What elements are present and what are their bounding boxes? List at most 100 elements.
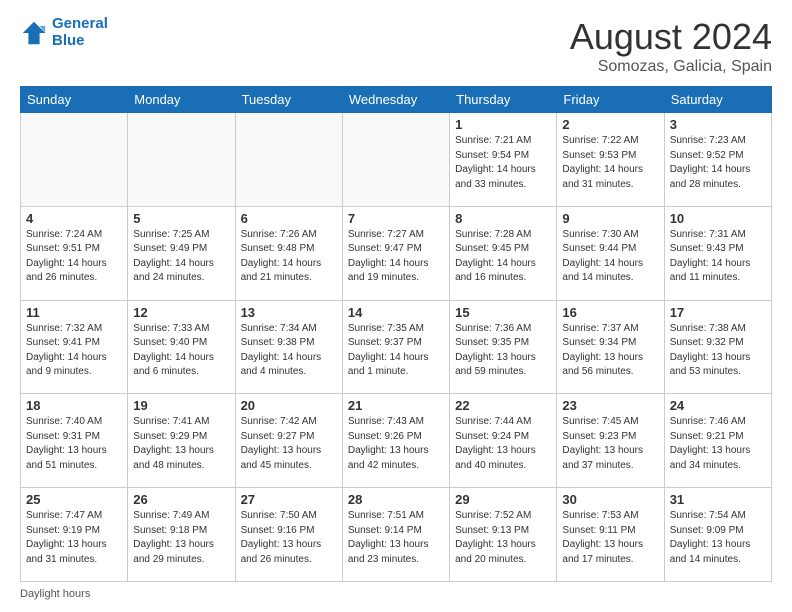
day-number: 12 bbox=[133, 305, 229, 320]
calendar-table: SundayMondayTuesdayWednesdayThursdayFrid… bbox=[20, 86, 772, 582]
calendar-week-4: 18 Sunrise: 7:40 AMSunset: 9:31 PMDayligh… bbox=[21, 394, 772, 488]
calendar-cell bbox=[21, 113, 128, 207]
day-info: Sunrise: 7:49 AMSunset: 9:18 PMDaylight:… bbox=[133, 509, 229, 567]
calendar-cell: 13 Sunrise: 7:34 AMSunset: 9:38 PMDayligh… bbox=[235, 300, 342, 394]
day-info: Sunrise: 7:51 AMSunset: 9:14 PMDaylight:… bbox=[348, 509, 444, 567]
day-number: 11 bbox=[26, 305, 122, 320]
day-info: Sunrise: 7:27 AMSunset: 9:47 PMDaylight:… bbox=[348, 228, 444, 286]
day-number: 9 bbox=[562, 211, 658, 226]
day-number: 14 bbox=[348, 305, 444, 320]
calendar-cell: 26 Sunrise: 7:49 AMSunset: 9:18 PMDayligh… bbox=[128, 488, 235, 582]
calendar-week-2: 4Sunrise: 7:24 AMSunset: 9:51 PMDaylight… bbox=[21, 206, 772, 300]
calendar-header-saturday: Saturday bbox=[664, 87, 771, 113]
calendar-cell: 12Sunrise: 7:33 AMSunset: 9:40 PMDayligh… bbox=[128, 300, 235, 394]
day-info: Sunrise: 7:42 AMSunset: 9:27 PMDaylight:… bbox=[241, 415, 337, 473]
day-info: Sunrise: 7:35 AMSunset: 9:37 PMDaylight:… bbox=[348, 322, 444, 380]
day-number: 18 bbox=[26, 398, 122, 413]
day-number: 3 bbox=[670, 117, 766, 132]
calendar-cell: 4Sunrise: 7:24 AMSunset: 9:51 PMDaylight… bbox=[21, 206, 128, 300]
day-info: Sunrise: 7:26 AMSunset: 9:48 PMDaylight:… bbox=[241, 228, 337, 286]
calendar-cell: 18 Sunrise: 7:40 AMSunset: 9:31 PMDayligh… bbox=[21, 394, 128, 488]
calendar-cell: 16Sunrise: 7:37 AMSunset: 9:34 PMDayligh… bbox=[557, 300, 664, 394]
calendar-header-monday: Monday bbox=[128, 87, 235, 113]
day-number: 1 bbox=[455, 117, 551, 132]
calendar-cell: 2Sunrise: 7:22 AMSunset: 9:53 PMDaylight… bbox=[557, 113, 664, 207]
calendar-cell: 8 Sunrise: 7:28 AMSunset: 9:45 PMDaylight… bbox=[450, 206, 557, 300]
day-number: 29 bbox=[455, 492, 551, 507]
day-info: Sunrise: 7:41 AMSunset: 9:29 PMDaylight:… bbox=[133, 415, 229, 473]
day-info: Sunrise: 7:46 AMSunset: 9:21 PMDaylight:… bbox=[670, 415, 766, 473]
day-info: Sunrise: 7:52 AMSunset: 9:13 PMDaylight:… bbox=[455, 509, 551, 567]
day-number: 23 bbox=[562, 398, 658, 413]
day-number: 27 bbox=[241, 492, 337, 507]
calendar-cell: 1 Sunrise: 7:21 AMSunset: 9:54 PMDaylight… bbox=[450, 113, 557, 207]
day-info: Sunrise: 7:24 AMSunset: 9:51 PMDaylight:… bbox=[26, 228, 122, 286]
calendar-cell: 28 Sunrise: 7:51 AMSunset: 9:14 PMDayligh… bbox=[342, 488, 449, 582]
day-info: Sunrise: 7:30 AMSunset: 9:44 PMDaylight:… bbox=[562, 228, 658, 286]
calendar-cell: 29 Sunrise: 7:52 AMSunset: 9:13 PMDayligh… bbox=[450, 488, 557, 582]
day-info: Sunrise: 7:21 AMSunset: 9:54 PMDaylight:… bbox=[455, 134, 551, 192]
day-number: 15 bbox=[455, 305, 551, 320]
footer-text: Daylight hours bbox=[20, 588, 90, 600]
calendar-cell: 7 Sunrise: 7:27 AMSunset: 9:47 PMDaylight… bbox=[342, 206, 449, 300]
calendar-header-wednesday: Wednesday bbox=[342, 87, 449, 113]
calendar-cell: 14 Sunrise: 7:35 AMSunset: 9:37 PMDayligh… bbox=[342, 300, 449, 394]
calendar-header-sunday: Sunday bbox=[21, 87, 128, 113]
day-number: 22 bbox=[455, 398, 551, 413]
day-info: Sunrise: 7:32 AMSunset: 9:41 PMDaylight:… bbox=[26, 322, 122, 380]
day-info: Sunrise: 7:47 AMSunset: 9:19 PMDaylight:… bbox=[26, 509, 122, 567]
calendar-cell: 6 Sunrise: 7:26 AMSunset: 9:48 PMDaylight… bbox=[235, 206, 342, 300]
calendar-cell bbox=[235, 113, 342, 207]
day-info: Sunrise: 7:25 AMSunset: 9:49 PMDaylight:… bbox=[133, 228, 229, 286]
page: General Blue August 2024 Somozas, Galici… bbox=[0, 0, 792, 612]
day-info: Sunrise: 7:54 AMSunset: 9:09 PMDaylight:… bbox=[670, 509, 766, 567]
day-number: 13 bbox=[241, 305, 337, 320]
day-number: 5 bbox=[133, 211, 229, 226]
day-number: 28 bbox=[348, 492, 444, 507]
header: General Blue August 2024 Somozas, Galici… bbox=[20, 16, 772, 76]
day-number: 31 bbox=[670, 492, 766, 507]
calendar-cell: 3Sunrise: 7:23 AMSunset: 9:52 PMDaylight… bbox=[664, 113, 771, 207]
day-number: 26 bbox=[133, 492, 229, 507]
calendar-cell: 19 Sunrise: 7:41 AMSunset: 9:29 PMDayligh… bbox=[128, 394, 235, 488]
calendar-header-thursday: Thursday bbox=[450, 87, 557, 113]
calendar-cell: 27 Sunrise: 7:50 AMSunset: 9:16 PMDayligh… bbox=[235, 488, 342, 582]
calendar-header-row: SundayMondayTuesdayWednesdayThursdayFrid… bbox=[21, 87, 772, 113]
day-info: Sunrise: 7:44 AMSunset: 9:24 PMDaylight:… bbox=[455, 415, 551, 473]
day-number: 16 bbox=[562, 305, 658, 320]
day-info: Sunrise: 7:34 AMSunset: 9:38 PMDaylight:… bbox=[241, 322, 337, 380]
day-number: 25 bbox=[26, 492, 122, 507]
calendar-cell: 15Sunrise: 7:36 AMSunset: 9:35 PMDayligh… bbox=[450, 300, 557, 394]
logo-text: General Blue bbox=[52, 16, 108, 49]
calendar-cell: 17Sunrise: 7:38 AMSunset: 9:32 PMDayligh… bbox=[664, 300, 771, 394]
calendar-cell: 9 Sunrise: 7:30 AMSunset: 9:44 PMDaylight… bbox=[557, 206, 664, 300]
day-number: 7 bbox=[348, 211, 444, 226]
day-info: Sunrise: 7:22 AMSunset: 9:53 PMDaylight:… bbox=[562, 134, 658, 192]
day-number: 8 bbox=[455, 211, 551, 226]
calendar-cell bbox=[128, 113, 235, 207]
title-area: August 2024 Somozas, Galicia, Spain bbox=[570, 16, 772, 76]
calendar-header-tuesday: Tuesday bbox=[235, 87, 342, 113]
footer: Daylight hours bbox=[20, 588, 772, 600]
day-number: 24 bbox=[670, 398, 766, 413]
day-info: Sunrise: 7:43 AMSunset: 9:26 PMDaylight:… bbox=[348, 415, 444, 473]
calendar-week-5: 25 Sunrise: 7:47 AMSunset: 9:19 PMDayligh… bbox=[21, 488, 772, 582]
day-info: Sunrise: 7:45 AMSunset: 9:23 PMDaylight:… bbox=[562, 415, 658, 473]
logo-icon bbox=[20, 19, 48, 47]
calendar-header-friday: Friday bbox=[557, 87, 664, 113]
day-number: 19 bbox=[133, 398, 229, 413]
calendar-cell: 31 Sunrise: 7:54 AMSunset: 9:09 PMDayligh… bbox=[664, 488, 771, 582]
day-number: 20 bbox=[241, 398, 337, 413]
calendar-cell: 10Sunrise: 7:31 AMSunset: 9:43 PMDayligh… bbox=[664, 206, 771, 300]
day-info: Sunrise: 7:38 AMSunset: 9:32 PMDaylight:… bbox=[670, 322, 766, 380]
calendar-week-3: 11 Sunrise: 7:32 AMSunset: 9:41 PMDayligh… bbox=[21, 300, 772, 394]
day-info: Sunrise: 7:53 AMSunset: 9:11 PMDaylight:… bbox=[562, 509, 658, 567]
day-info: Sunrise: 7:28 AMSunset: 9:45 PMDaylight:… bbox=[455, 228, 551, 286]
logo: General Blue bbox=[20, 16, 108, 49]
day-info: Sunrise: 7:50 AMSunset: 9:16 PMDaylight:… bbox=[241, 509, 337, 567]
day-number: 21 bbox=[348, 398, 444, 413]
day-info: Sunrise: 7:31 AMSunset: 9:43 PMDaylight:… bbox=[670, 228, 766, 286]
day-info: Sunrise: 7:40 AMSunset: 9:31 PMDaylight:… bbox=[26, 415, 122, 473]
calendar-cell bbox=[342, 113, 449, 207]
day-number: 6 bbox=[241, 211, 337, 226]
